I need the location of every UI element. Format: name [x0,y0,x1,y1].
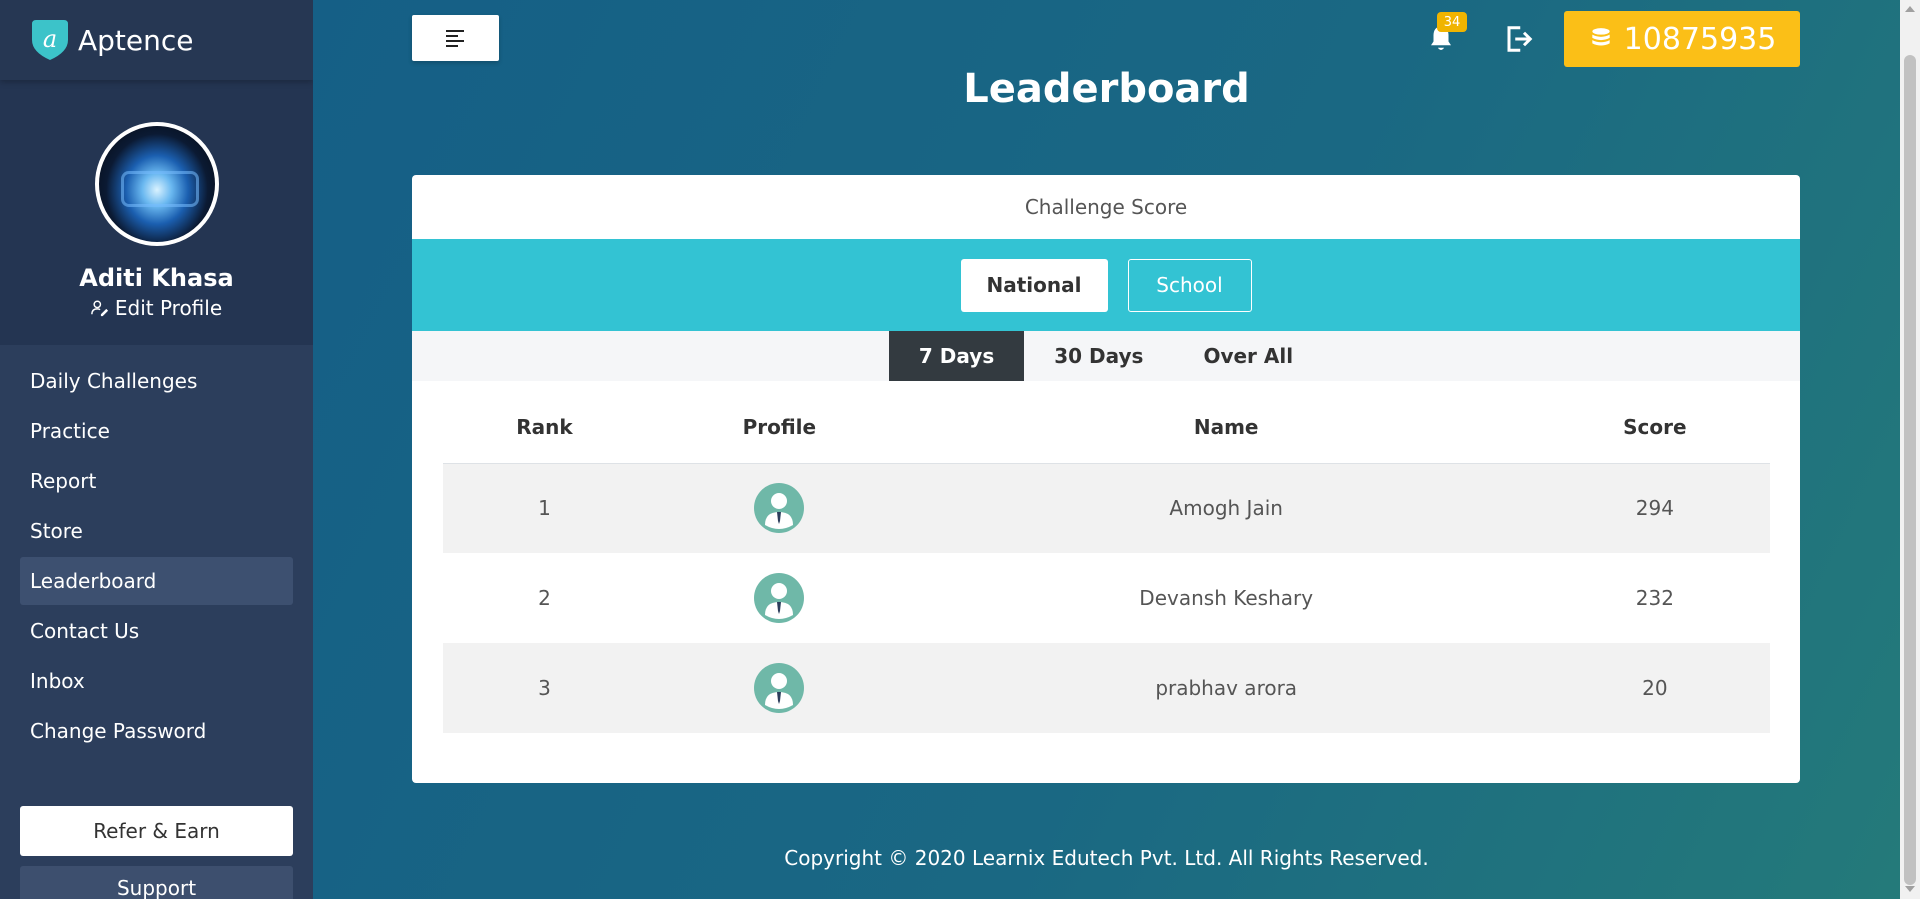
coins-balance-button[interactable]: 10875935 [1564,11,1800,67]
menu-toggle-button[interactable] [412,15,499,61]
sidebar-item-change-password[interactable]: Change Password [20,707,293,755]
column-header-profile: Profile [646,381,913,464]
copyright-text: Copyright © 2020 Learnix Edutech Pvt. Lt… [784,846,1429,870]
user-avatar-icon [754,573,805,623]
tab-7-days[interactable]: 7 Days [888,331,1025,381]
rank-cell: 1 [538,496,551,521]
name-cell: Amogh Jain [1169,496,1283,521]
brand-name: Aptence [78,23,194,57]
name-cell: Devansh Keshary [1139,586,1314,610]
edit-profile-link[interactable]: Edit Profile [91,296,222,320]
profile-cell [646,463,912,553]
sidebar-item-label: Change Password [30,719,207,743]
page-scrollbar[interactable] [1900,0,1920,899]
sidebar-item-contact-us[interactable]: Contact Us [20,607,293,655]
support-button[interactable]: Support [20,866,293,899]
logout-icon[interactable] [1504,24,1534,54]
coins-icon [1591,28,1610,46]
edit-profile-label: Edit Profile [114,296,223,320]
scroll-down-arrow-icon[interactable] [1905,886,1915,892]
leaderboard-table: Rank Profile Name Score 1 Amogh Jain 294… [442,381,1770,733]
sidebar-item-practice[interactable]: Practice [20,407,293,455]
sidebar: a Aptence Aditi Khasa Edit Profile Daily… [0,0,313,899]
school-button[interactable]: School [1127,258,1252,312]
card-heading: Challenge Score [1024,195,1188,219]
user-edit-icon [91,300,108,317]
table-row: 1 Amogh Jain 294 [442,463,1770,553]
main-content: 34 10875935 Leaderboard Challenge Score … [313,0,1900,899]
rank-cell: 3 [538,676,551,700]
national-button[interactable]: National [960,258,1108,312]
user-avatar-icon [754,483,805,534]
rank-cell: 2 [538,586,551,610]
align-left-icon [445,30,464,47]
sidebar-item-label: Practice [30,419,110,443]
column-header-score: Score [1540,381,1770,464]
sidebar-item-label: Daily Challenges [30,369,198,393]
sidebar-item-leaderboard[interactable]: Leaderboard [20,557,293,605]
score-cell: 20 [1642,676,1668,700]
scroll-thumb[interactable] [1904,55,1916,885]
user-avatar-icon [754,663,805,713]
table-row: 2 Devansh Keshary 232 [443,553,1770,643]
sidebar-item-inbox[interactable]: Inbox [20,657,293,705]
column-header-rank: Rank [442,381,647,464]
sidebar-item-label: Inbox [30,669,85,693]
profile-cell [646,643,912,733]
name-cell: prabhav arora [1155,676,1298,700]
table-header-row: Rank Profile Name Score [442,381,1770,464]
period-tabs: 7 Days 30 Days Over All [412,331,1800,381]
svg-text:a: a [43,25,57,53]
score-cell: 294 [1635,496,1674,521]
page-title: Leaderboard [963,66,1250,112]
sidebar-item-label: Leaderboard [30,569,157,593]
refer-earn-button[interactable]: Refer & Earn [20,806,293,856]
sidebar-item-label: Contact Us [30,619,140,643]
tab-over-all[interactable]: Over All [1173,331,1323,381]
profile-cell [646,553,912,643]
column-header-name: Name [912,381,1541,464]
profile-block: Aditi Khasa Edit Profile [0,80,313,345]
coins-value: 10875935 [1623,21,1777,57]
aptence-logo-icon[interactable]: a [28,18,72,62]
sidebar-item-label: Store [30,519,83,543]
avatar [94,122,219,246]
sidebar-nav: Daily Challenges Practice Report Store L… [0,345,313,755]
scroll-up-arrow-icon[interactable] [1905,6,1915,12]
tab-30-days[interactable]: 30 Days [1024,331,1173,381]
sidebar-item-label: Report [30,469,97,493]
scope-toggle-bar: National School [412,239,1800,331]
brand-header: a Aptence [0,0,313,80]
table-row: 3 prabhav arora 20 [442,643,1770,733]
sidebar-item-daily-challenges[interactable]: Daily Challenges [20,357,293,405]
score-cell: 232 [1635,586,1674,610]
notification-badge: 34 [1437,12,1467,32]
leaderboard-card: Challenge Score National School 7 Days 3… [412,175,1800,783]
user-name: Aditi Khasa [79,264,234,292]
sidebar-item-store[interactable]: Store [20,507,293,555]
sidebar-item-report[interactable]: Report [20,457,293,505]
